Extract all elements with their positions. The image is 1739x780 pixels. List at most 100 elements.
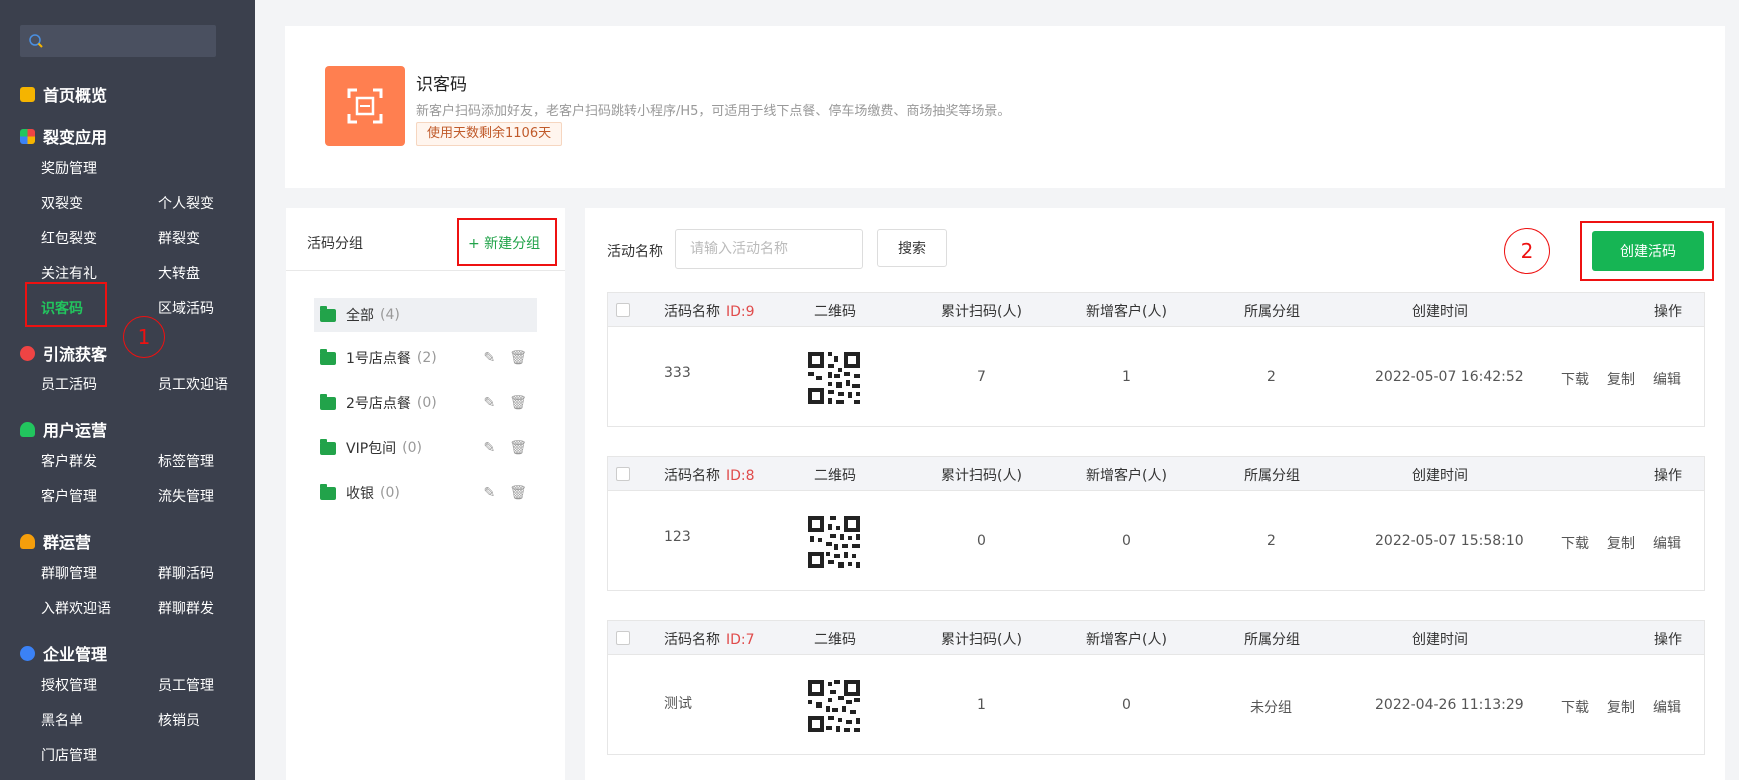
delete-icon[interactable]: 🗑 bbox=[509, 440, 527, 456]
sidebar-item-group-welcome[interactable]: 入群欢迎语 bbox=[41, 598, 111, 618]
group-item[interactable]: 2号店点餐 (0) ✎ 🗑 bbox=[314, 386, 537, 420]
search-icon bbox=[29, 34, 43, 48]
group-icon bbox=[20, 533, 35, 549]
group-item[interactable]: 收银 (0) ✎ 🗑 bbox=[314, 476, 537, 510]
sidebar-search[interactable] bbox=[20, 25, 216, 57]
new-customer-count: 0 bbox=[1122, 697, 1131, 713]
nav-section-group-ops[interactable]: 群运营 bbox=[20, 529, 91, 553]
qr-code-icon[interactable] bbox=[806, 514, 862, 570]
group-item[interactable]: VIP包间 (0) ✎ 🗑 bbox=[314, 431, 537, 465]
sidebar-item-staff-welcome[interactable]: 员工欢迎语 bbox=[158, 374, 228, 394]
sidebar-item-region-code[interactable]: 区域活码 bbox=[158, 298, 214, 318]
created-time: 2022-04-26 11:13:29 bbox=[1375, 697, 1524, 713]
sidebar-item-verifiers[interactable]: 核销员 bbox=[158, 710, 200, 730]
annotation-box-1 bbox=[25, 282, 107, 327]
app-icon bbox=[325, 66, 405, 146]
sidebar-item-customers[interactable]: 客户管理 bbox=[41, 486, 97, 506]
activity-card: 活码名称 ID:7 二维码 累计扫码(人) 新增客户(人) 所属分组 创建时间 操… bbox=[607, 620, 1705, 755]
filter-label: 活动名称 bbox=[607, 244, 663, 260]
sidebar-item-group-chats[interactable]: 群聊管理 bbox=[41, 563, 97, 583]
download-link[interactable]: 下载 bbox=[1561, 697, 1589, 717]
sidebar-item-group-code[interactable]: 群聊活码 bbox=[158, 563, 214, 583]
sidebar-item-stores[interactable]: 门店管理 bbox=[41, 745, 97, 765]
folder-icon bbox=[320, 438, 336, 455]
activity-card-header: 活码名称 ID:9 二维码 累计扫码(人) 新增客户(人) 所属分组 创建时间 操… bbox=[608, 293, 1704, 327]
sidebar-item-mass-send[interactable]: 客户群发 bbox=[41, 451, 97, 471]
header-ops: 操作 bbox=[1654, 304, 1682, 320]
sidebar-item-wheel[interactable]: 大转盘 bbox=[158, 263, 200, 283]
header-new-customers: 新增客户(人) bbox=[1086, 632, 1167, 648]
edit-link[interactable]: 编辑 bbox=[1653, 533, 1681, 553]
sidebar-item-personal-fission[interactable]: 个人裂变 bbox=[158, 193, 214, 213]
edit-icon[interactable]: ✎ bbox=[483, 395, 495, 411]
row-checkbox[interactable] bbox=[616, 631, 630, 645]
row-checkbox[interactable] bbox=[616, 303, 630, 317]
delete-icon[interactable]: 🗑 bbox=[509, 395, 527, 411]
copy-link[interactable]: 复制 bbox=[1607, 533, 1635, 553]
header-qr: 二维码 bbox=[814, 632, 856, 648]
nav-section-enterprise[interactable]: 企业管理 bbox=[20, 641, 107, 665]
group-name: 未分组 bbox=[1250, 700, 1292, 716]
row-checkbox[interactable] bbox=[616, 467, 630, 481]
sidebar-item-auth[interactable]: 授权管理 bbox=[41, 675, 97, 695]
apps-icon bbox=[20, 128, 35, 144]
header-ops: 操作 bbox=[1654, 632, 1682, 648]
acquisition-icon bbox=[20, 345, 35, 361]
annotation-circle-2: 2 bbox=[1504, 228, 1550, 274]
activity-card-header: 活码名称 ID:7 二维码 累计扫码(人) 新增客户(人) 所属分组 创建时间 操… bbox=[608, 621, 1704, 655]
sidebar-item-group-mass-send[interactable]: 群聊群发 bbox=[158, 598, 214, 618]
nav-section-fission[interactable]: 裂变应用 bbox=[20, 124, 107, 148]
sidebar-item-tags[interactable]: 标签管理 bbox=[158, 451, 214, 471]
qr-code-icon[interactable] bbox=[806, 350, 862, 406]
sidebar-item-group-fission[interactable]: 群裂变 bbox=[158, 228, 200, 248]
copy-link[interactable]: 复制 bbox=[1607, 697, 1635, 717]
app-title: 识客码 bbox=[416, 75, 467, 95]
remaining-days-badge: 使用天数剩余1106天 bbox=[416, 122, 563, 146]
qr-code-icon[interactable] bbox=[806, 678, 862, 734]
sidebar: 首页概览 裂变应用 奖励管理 双裂变 个人裂变 红包裂变 群裂变 关注有礼 大转… bbox=[0, 0, 255, 780]
sidebar-item-rewards[interactable]: 奖励管理 bbox=[41, 158, 97, 178]
delete-icon[interactable]: 🗑 bbox=[509, 485, 527, 501]
header-group: 所属分组 bbox=[1244, 468, 1300, 484]
delete-icon[interactable]: 🗑 bbox=[509, 350, 527, 366]
edit-icon[interactable]: ✎ bbox=[483, 485, 495, 501]
header-created: 创建时间 bbox=[1412, 468, 1468, 484]
sidebar-item-blacklist[interactable]: 黑名单 bbox=[41, 710, 83, 730]
header-new-customers: 新增客户(人) bbox=[1086, 304, 1167, 320]
activity-name: 测试 bbox=[664, 696, 692, 712]
search-button[interactable]: 搜索 bbox=[877, 229, 947, 267]
annotation-box-new-group bbox=[457, 218, 557, 266]
header-created: 创建时间 bbox=[1412, 632, 1468, 648]
sidebar-item-redpacket-fission[interactable]: 红包裂变 bbox=[41, 228, 97, 248]
header-created: 创建时间 bbox=[1412, 304, 1468, 320]
copy-link[interactable]: 复制 bbox=[1607, 369, 1635, 389]
group-name: 2 bbox=[1267, 533, 1276, 549]
edit-icon[interactable]: ✎ bbox=[483, 350, 495, 366]
header-name: 活码名称 ID:7 bbox=[664, 632, 755, 648]
activity-name: 333 bbox=[664, 365, 691, 381]
edit-link[interactable]: 编辑 bbox=[1653, 369, 1681, 389]
enterprise-icon bbox=[20, 645, 35, 661]
group-item-all[interactable]: 全部 (4) bbox=[314, 298, 537, 332]
nav-section-acquisition[interactable]: 引流获客 bbox=[20, 341, 107, 365]
nav-section-home[interactable]: 首页概览 bbox=[20, 82, 107, 106]
folder-icon bbox=[320, 348, 336, 365]
sidebar-item-staff-code[interactable]: 员工活码 bbox=[41, 374, 97, 394]
activity-name-input[interactable] bbox=[675, 229, 863, 269]
sidebar-item-double-fission[interactable]: 双裂变 bbox=[41, 193, 83, 213]
nav-section-user-ops[interactable]: 用户运营 bbox=[20, 417, 107, 441]
sidebar-item-follow-gift[interactable]: 关注有礼 bbox=[41, 263, 97, 283]
edit-link[interactable]: 编辑 bbox=[1653, 697, 1681, 717]
group-item[interactable]: 1号店点餐 (2) ✎ 🗑 bbox=[314, 341, 537, 375]
sidebar-item-churn[interactable]: 流失管理 bbox=[158, 486, 214, 506]
download-link[interactable]: 下载 bbox=[1561, 533, 1589, 553]
header-scans: 累计扫码(人) bbox=[941, 304, 1022, 320]
edit-icon[interactable]: ✎ bbox=[483, 440, 495, 456]
new-customer-count: 0 bbox=[1122, 533, 1131, 549]
created-time: 2022-05-07 16:42:52 bbox=[1375, 369, 1524, 385]
header-qr: 二维码 bbox=[814, 468, 856, 484]
users-icon bbox=[20, 421, 35, 437]
sidebar-item-staff[interactable]: 员工管理 bbox=[158, 675, 214, 695]
create-code-button[interactable]: 创建活码 bbox=[1592, 231, 1704, 271]
download-link[interactable]: 下载 bbox=[1561, 369, 1589, 389]
